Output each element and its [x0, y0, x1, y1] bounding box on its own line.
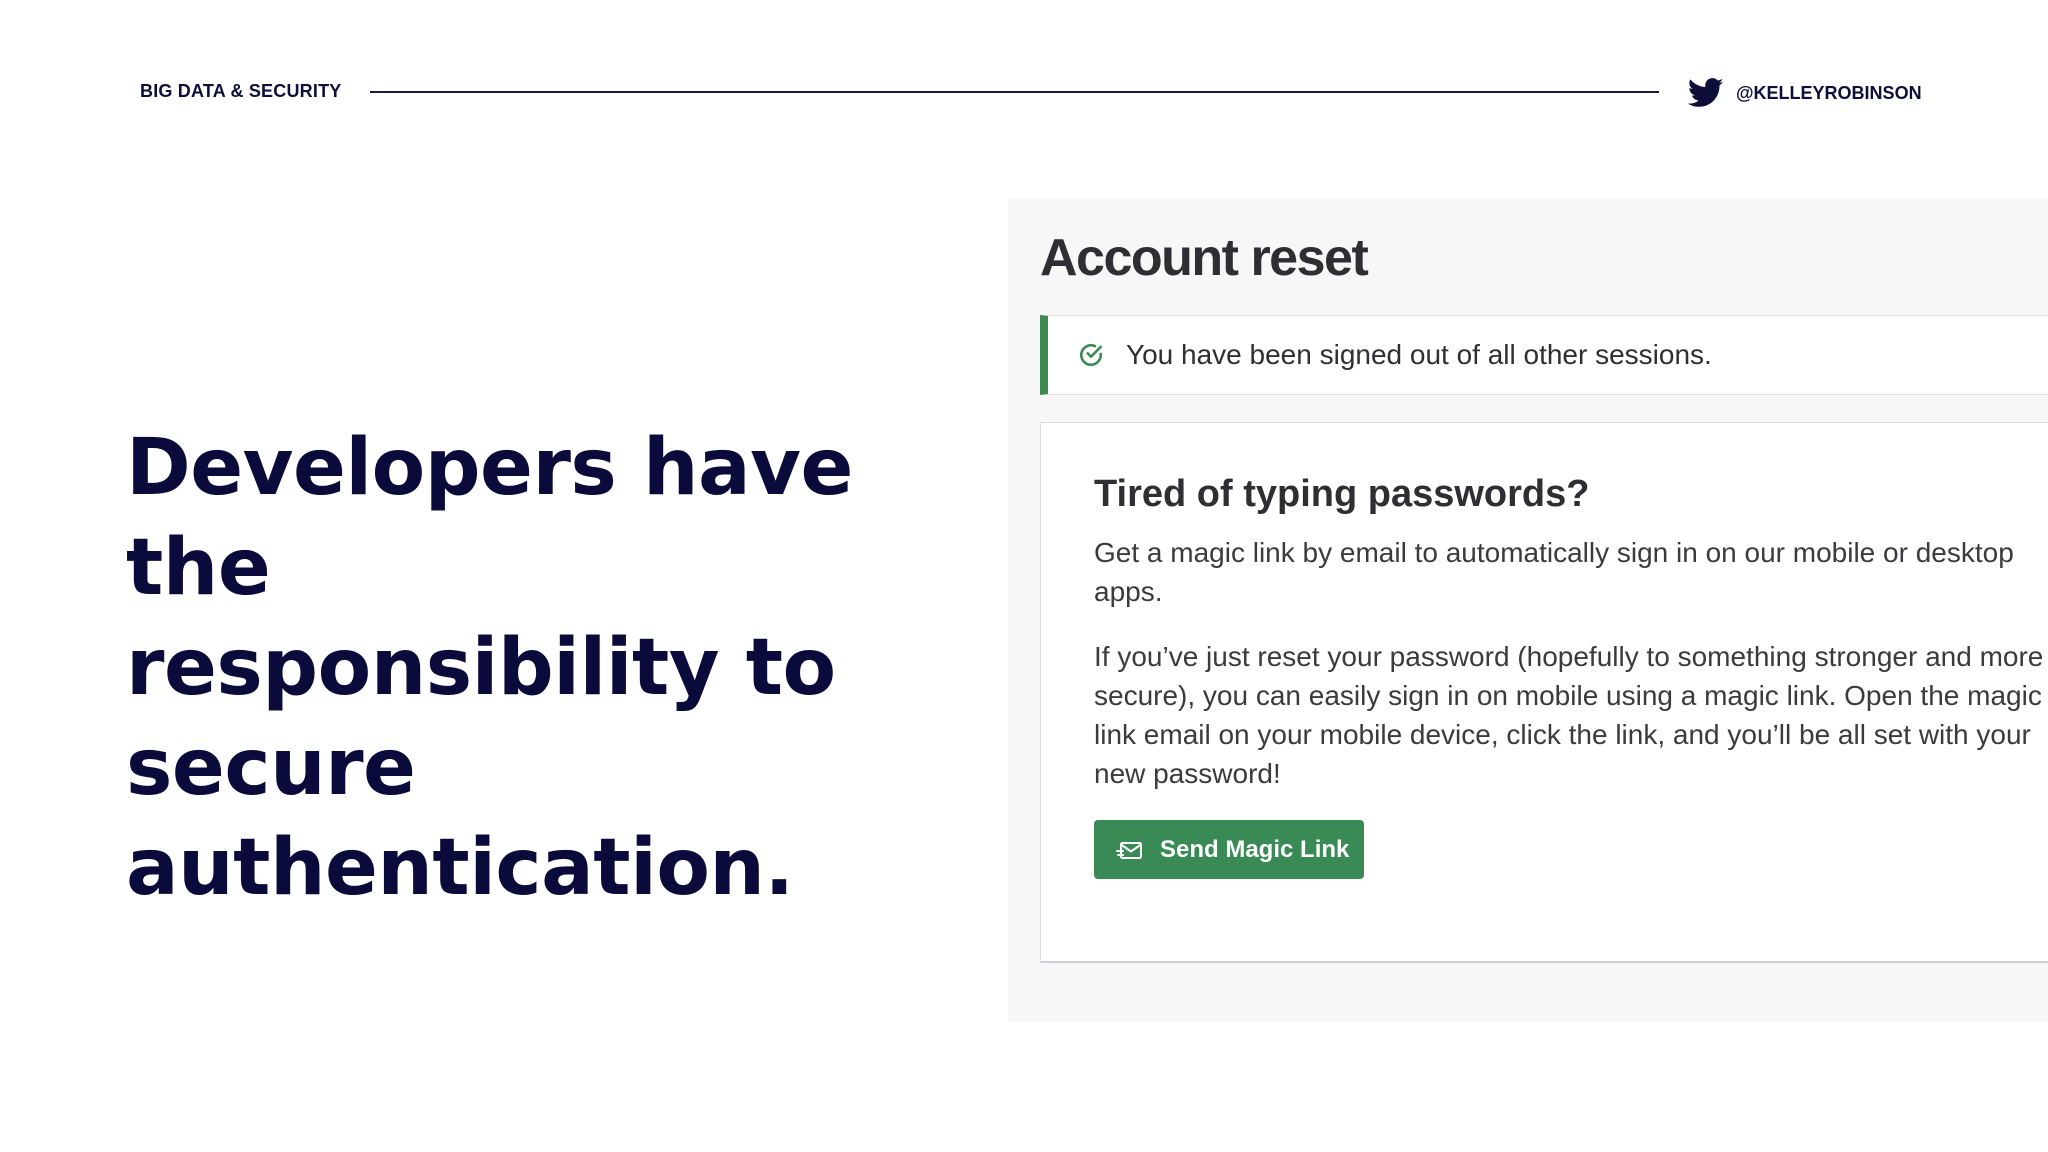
card-description: Get a magic link by email to automatical… — [1094, 537, 2014, 607]
alert-message: You have been signed out of all other se… — [1126, 339, 1712, 370]
slide: BIG DATA & SECURITY @KELLEYROBINSON Deve… — [0, 0, 2048, 1152]
account-reset-screenshot: Account reset You have been signed out o… — [1008, 198, 2048, 1022]
mail-send-icon — [1116, 841, 1142, 859]
twitter-handle: @KELLEYROBINSON — [1736, 82, 1922, 103]
check-circle-icon — [1079, 343, 1103, 367]
slide-headline: Developers have the responsibility to se… — [126, 418, 986, 918]
success-alert: You have been signed out of all other se… — [1040, 315, 2048, 395]
send-magic-link-button[interactable]: Send Magic Link — [1094, 820, 1364, 879]
card-heading: Tired of typing passwords? — [1094, 473, 1590, 515]
magic-link-card: Tired of typing passwords? Get a magic l… — [1040, 422, 2048, 963]
slide-section-label: BIG DATA & SECURITY — [140, 81, 342, 101]
headline-line: Developers have the — [126, 423, 853, 613]
twitter-bird-icon — [1688, 78, 1724, 107]
send-magic-link-label: Send Magic Link — [1160, 835, 1350, 863]
headline-line: secure authentication. — [126, 723, 794, 913]
card-instructions: If you’ve just reset your password (hope… — [1094, 641, 2044, 789]
headline-line: responsibility to — [126, 623, 836, 713]
page-title: Account reset — [1040, 229, 1369, 287]
twitter-handle-group: @KELLEYROBINSON — [1688, 76, 1922, 110]
header-divider — [370, 91, 1659, 93]
